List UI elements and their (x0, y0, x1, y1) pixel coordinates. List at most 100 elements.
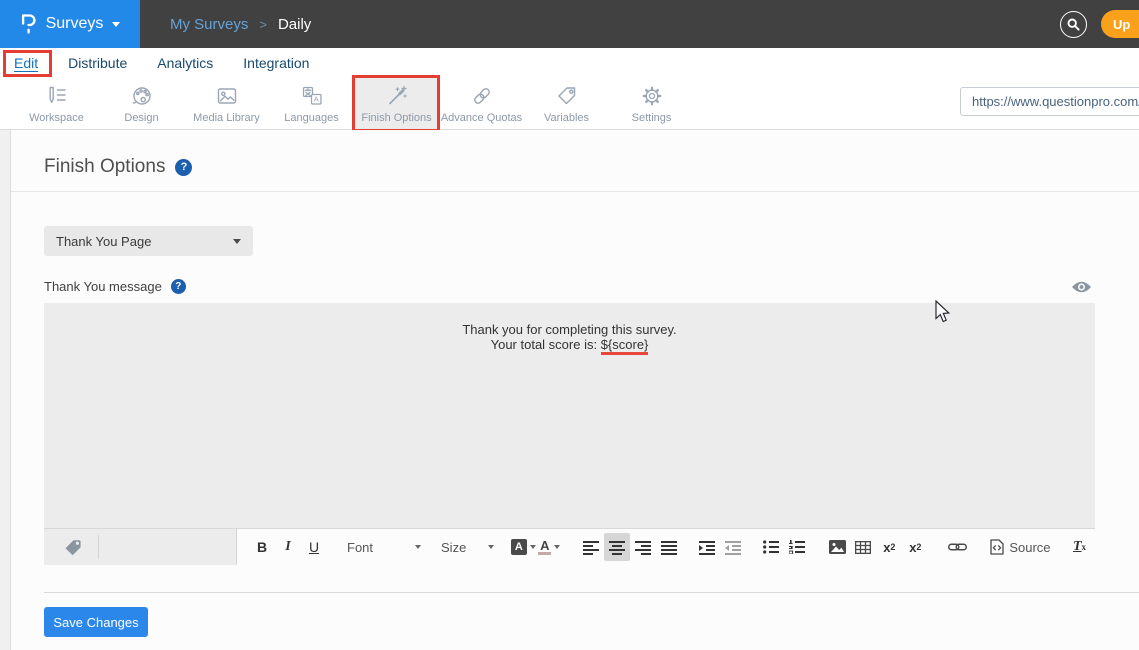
insert-image-button[interactable] (824, 533, 850, 561)
subscript-base: x (883, 540, 890, 555)
insert-variable-button[interactable] (58, 533, 88, 561)
align-center-icon (609, 540, 625, 555)
ribbon-label: Advance Quotas (441, 112, 522, 124)
finish-options-icon (385, 83, 409, 109)
align-justify-button[interactable] (656, 533, 682, 561)
italic-button[interactable]: I (275, 533, 301, 561)
settings-icon (640, 83, 664, 109)
insert-link-button[interactable] (944, 533, 970, 561)
ribbon-label: Media Library (193, 112, 260, 124)
link-icon (948, 542, 967, 552)
eye-icon (1071, 280, 1092, 294)
editor-content-area[interactable]: Thank you for completing this survey. Yo… (44, 303, 1095, 528)
chevron-down-icon (488, 545, 494, 549)
background-color-button[interactable]: A (510, 533, 536, 561)
source-button[interactable]: Source (984, 533, 1056, 561)
text-color-bar (538, 552, 551, 555)
finish-option-dropdown[interactable]: Thank You Page (44, 226, 253, 256)
tab-bar: Edit Distribute Analytics Integration (0, 48, 1139, 78)
breadcrumb-my-surveys[interactable]: My Surveys (170, 16, 248, 33)
product-label: Surveys (46, 15, 104, 33)
editor-line-2-text: Your total score is: (491, 337, 601, 352)
media-library-icon (215, 83, 239, 109)
chevron-down-icon (415, 545, 421, 549)
ribbon-item-variables[interactable]: Variables (524, 78, 609, 129)
align-right-icon (635, 540, 651, 555)
numbered-list-icon (789, 540, 805, 554)
ribbon-item-languages[interactable]: A Languages (269, 78, 354, 129)
variables-icon (555, 83, 579, 109)
divider (11, 191, 1139, 192)
editor-toolbar-left (44, 529, 237, 565)
align-right-button[interactable] (630, 533, 656, 561)
subscript-button[interactable]: x2 (876, 533, 902, 561)
score-variable-annotated: ${score} (601, 337, 649, 355)
underline-button[interactable]: U (301, 533, 327, 561)
size-select[interactable]: Size (437, 533, 498, 561)
tag-icon (63, 537, 83, 557)
image-icon (829, 540, 846, 554)
bulleted-list-button[interactable] (758, 533, 784, 561)
search-icon (1066, 17, 1081, 32)
bulleted-list-icon (763, 540, 779, 554)
breadcrumb-current: Daily (278, 16, 311, 33)
chevron-down-icon (554, 545, 560, 549)
insert-table-button[interactable] (850, 533, 876, 561)
breadcrumb: My Surveys > Daily (170, 0, 311, 48)
ribbon-label: Settings (632, 112, 672, 124)
remove-format-button[interactable]: Tx (1067, 533, 1093, 561)
superscript-small: 2 (916, 542, 921, 552)
upgrade-button[interactable]: Up (1101, 10, 1139, 38)
chevron-down-icon (112, 22, 120, 27)
decrease-indent-button[interactable] (720, 533, 746, 561)
search-button[interactable] (1060, 11, 1087, 38)
tab-integration[interactable]: Integration (243, 55, 309, 71)
workspace-icon (45, 83, 69, 109)
breadcrumb-separator: > (259, 17, 267, 32)
help-icon[interactable]: ? (171, 279, 186, 294)
source-label: Source (1009, 540, 1050, 555)
text-color-button[interactable]: A (536, 533, 562, 561)
tab-distribute[interactable]: Distribute (68, 55, 127, 71)
tab-edit[interactable]: Edit (14, 55, 38, 71)
design-icon (130, 83, 154, 109)
subscript-small: 2 (890, 542, 895, 552)
ribbon-label: Finish Options (361, 112, 431, 124)
ribbon-label: Design (124, 112, 158, 124)
ribbon-label: Workspace (29, 112, 84, 124)
table-icon (855, 541, 871, 554)
decrease-indent-icon (725, 540, 741, 555)
align-left-button[interactable] (578, 533, 604, 561)
ribbon-item-advance-quotas[interactable]: Advance Quotas (439, 78, 524, 129)
app-window: Surveys My Surveys > Daily Up Edit Distr… (0, 0, 1139, 650)
save-changes-button[interactable]: Save Changes (44, 607, 148, 637)
ribbon-item-finish-options[interactable]: Finish Options (354, 78, 439, 129)
tab-analytics[interactable]: Analytics (157, 55, 213, 71)
align-center-button[interactable] (604, 533, 630, 561)
remove-format-letter: T (1073, 539, 1082, 555)
svg-text:A: A (313, 95, 318, 104)
preview-button[interactable] (1068, 278, 1094, 296)
ribbon-item-workspace[interactable]: Workspace (14, 78, 99, 129)
numbered-list-button[interactable] (784, 533, 810, 561)
help-icon[interactable]: ? (175, 159, 192, 176)
editor-line-2: Your total score is: ${score} (44, 338, 1095, 353)
background-color-swatch: A (511, 539, 527, 555)
chevron-down-icon (530, 545, 536, 549)
ribbon-label: Variables (544, 112, 589, 124)
topbar-actions: Up (1060, 0, 1139, 48)
ribbon-item-settings[interactable]: Settings (609, 78, 694, 129)
bold-button[interactable]: B (249, 533, 275, 561)
survey-url-input[interactable] (960, 87, 1139, 116)
superscript-button[interactable]: x2 (902, 533, 928, 561)
font-select[interactable]: Font (343, 533, 425, 561)
ribbon-item-media-library[interactable]: Media Library (184, 78, 269, 129)
increase-indent-button[interactable] (694, 533, 720, 561)
ribbon-item-design[interactable]: Design (99, 78, 184, 129)
editor-toolbar: B I U Font Size A (44, 528, 1095, 565)
thank-you-message-editor: Thank you for completing this survey. Yo… (44, 303, 1095, 565)
thank-you-message-label: Thank You message (44, 279, 162, 294)
page-title-row: Finish Options ? (44, 156, 192, 178)
editor-line-1: Thank you for completing this survey. (44, 323, 1095, 338)
product-switcher[interactable]: Surveys (0, 0, 140, 48)
